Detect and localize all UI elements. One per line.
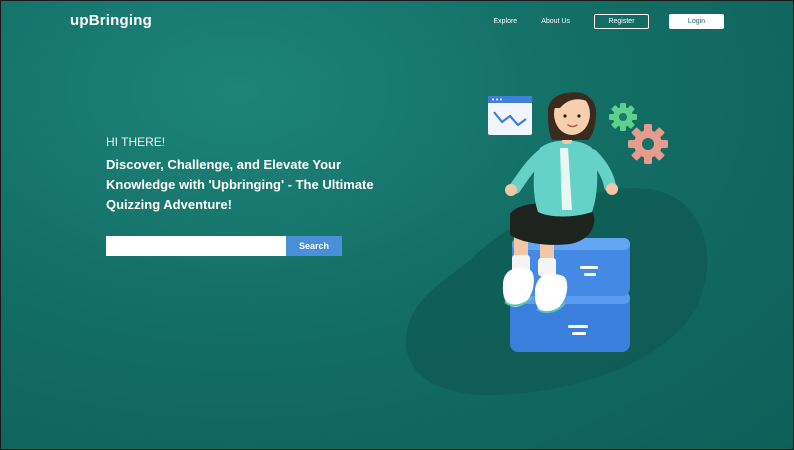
search-input[interactable] (106, 236, 286, 256)
site-logo[interactable]: upBringing (70, 12, 152, 29)
gear-icon (628, 124, 668, 164)
hero-section: HI THERE! Discover, Challenge, and Eleva… (106, 135, 376, 215)
login-button[interactable]: Login (669, 14, 724, 29)
search-button[interactable]: Search (286, 236, 342, 256)
hero-illustration (405, 92, 708, 395)
storage-box-icon (510, 238, 630, 352)
gear-icon (609, 103, 637, 131)
top-nav: Explore About Us Register Login (493, 14, 724, 29)
background-pill-shape (405, 188, 708, 395)
chart-window-icon (488, 96, 532, 135)
character-figure (502, 92, 618, 314)
hero-greeting: HI THERE! (106, 135, 166, 149)
nav-explore-link[interactable]: Explore (493, 18, 517, 25)
search-bar: Search (106, 236, 342, 256)
hero-headline: Discover, Challenge, and Elevate Your Kn… (106, 157, 374, 212)
nav-about-link[interactable]: About Us (541, 18, 570, 25)
register-button[interactable]: Register (594, 14, 649, 29)
